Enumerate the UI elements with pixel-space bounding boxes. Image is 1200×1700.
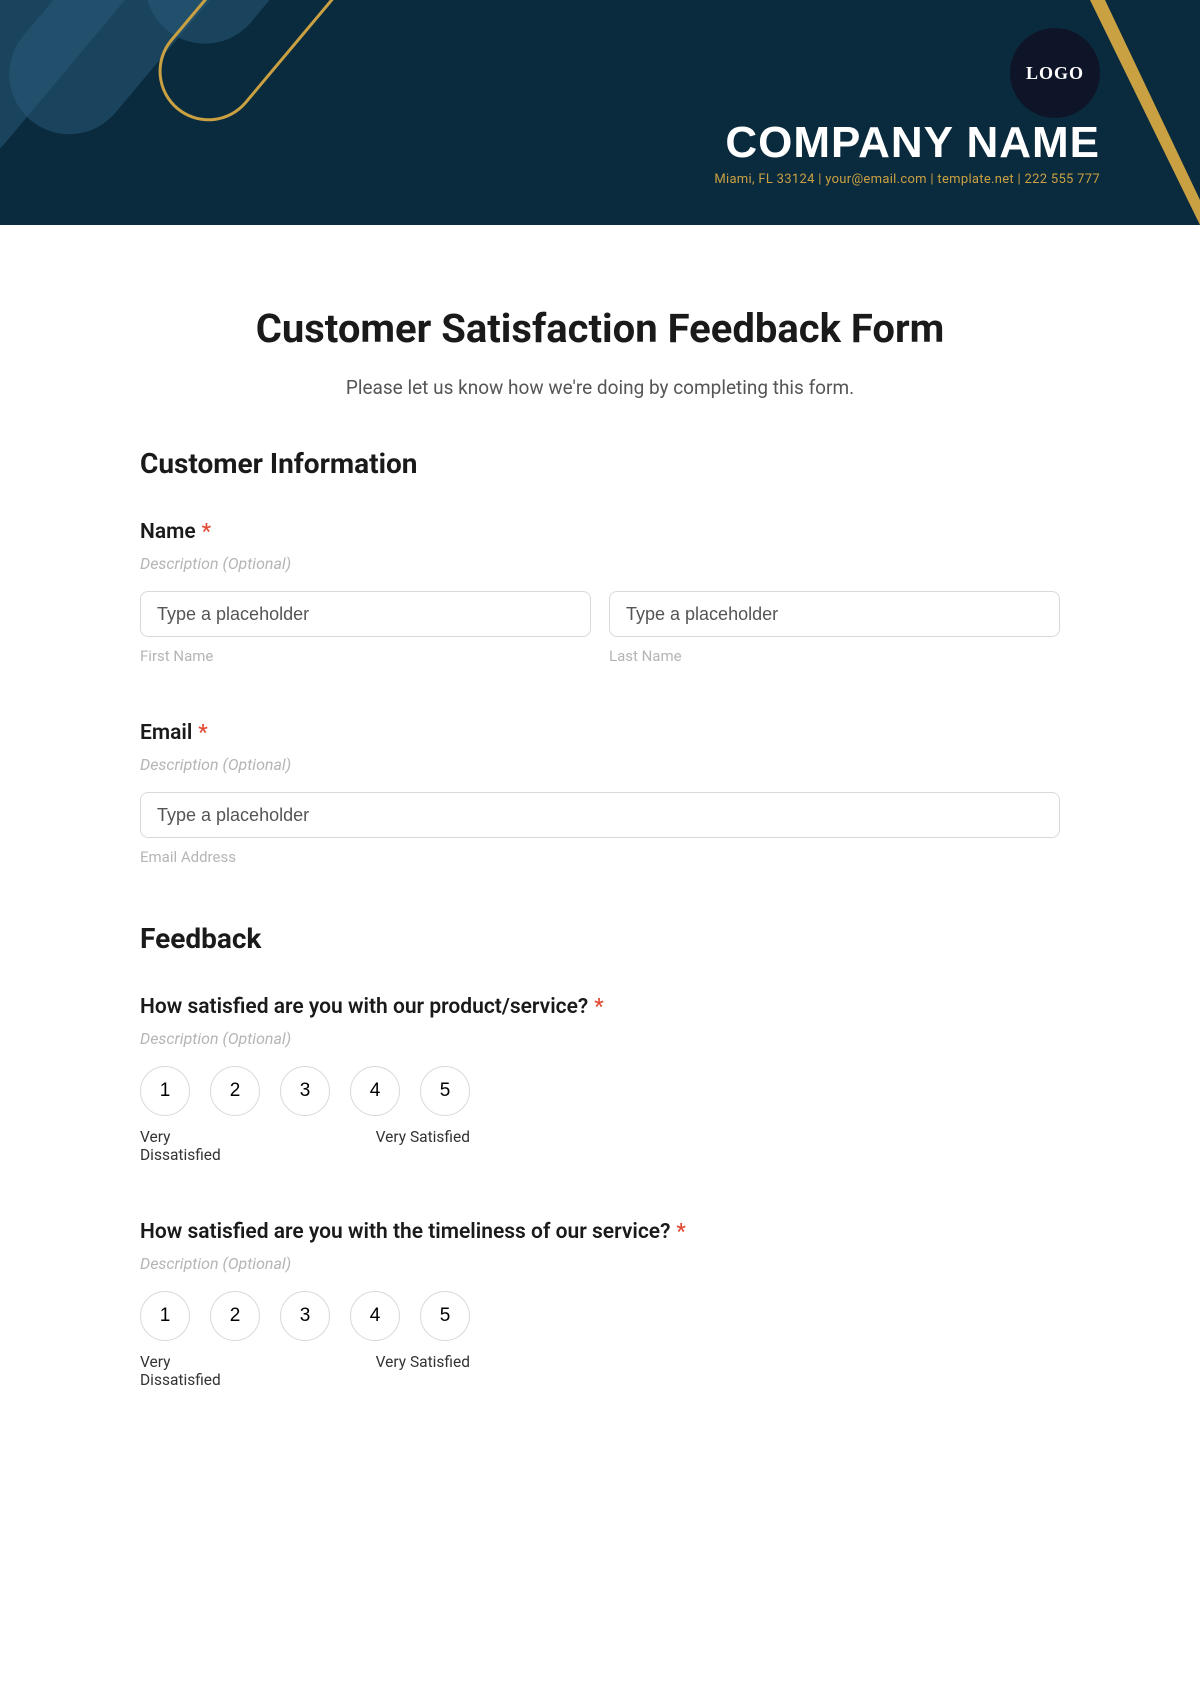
field-satisfaction-product: How satisfied are you with our product/s… (140, 995, 1060, 1164)
rating-anchor-high: Very Satisfied (376, 1353, 470, 1389)
company-name: COMPANY NAME (714, 118, 1100, 168)
required-marker: * (198, 721, 207, 745)
rating-anchor-low: Very Dissatisfied (140, 1353, 240, 1389)
field-label: How satisfied are you with the timelines… (140, 1220, 670, 1244)
rating-anchors: Very Dissatisfied Very Satisfied (140, 1353, 470, 1389)
field-email: Email * Description (Optional) Email Add… (140, 721, 1060, 866)
rating-option-1[interactable]: 1 (140, 1291, 190, 1341)
field-label: Email (140, 721, 192, 745)
rating-option-3[interactable]: 3 (280, 1066, 330, 1116)
field-label-row: Email * (140, 721, 1060, 745)
section-heading-feedback: Feedback (140, 922, 1060, 955)
page-header: LOGO COMPANY NAME Miami, FL 33124 | your… (0, 0, 1200, 225)
field-description: Description (Optional) (140, 554, 1060, 573)
rating-row: 1 2 3 4 5 (140, 1291, 1060, 1341)
logo-badge: LOGO (1010, 28, 1100, 118)
rating-option-3[interactable]: 3 (280, 1291, 330, 1341)
field-description: Description (Optional) (140, 1254, 1060, 1273)
first-name-input[interactable] (140, 591, 591, 637)
rating-option-5[interactable]: 5 (420, 1066, 470, 1116)
field-description: Description (Optional) (140, 1029, 1060, 1048)
field-description: Description (Optional) (140, 755, 1060, 774)
rating-anchors: Very Dissatisfied Very Satisfied (140, 1128, 470, 1164)
last-name-input[interactable] (609, 591, 1060, 637)
field-name: Name * Description (Optional) First Name… (140, 520, 1060, 665)
section-heading-customer-info: Customer Information (140, 447, 1060, 480)
decor-triangle-dark (1105, 0, 1200, 200)
form-subtitle: Please let us know how we're doing by co… (140, 376, 1060, 399)
field-label: How satisfied are you with our product/s… (140, 995, 588, 1019)
rating-option-4[interactable]: 4 (350, 1291, 400, 1341)
company-block: COMPANY NAME Miami, FL 33124 | your@emai… (714, 118, 1100, 187)
first-name-sublabel: First Name (140, 647, 591, 665)
company-contact: Miami, FL 33124 | your@email.com | templ… (714, 172, 1100, 187)
rating-row: 1 2 3 4 5 (140, 1066, 1060, 1116)
logo-text: LOGO (1026, 63, 1084, 84)
required-marker: * (594, 995, 603, 1019)
field-satisfaction-timeliness: How satisfied are you with the timelines… (140, 1220, 1060, 1389)
field-label-row: How satisfied are you with our product/s… (140, 995, 1060, 1019)
rating-option-1[interactable]: 1 (140, 1066, 190, 1116)
rating-option-5[interactable]: 5 (420, 1291, 470, 1341)
required-marker: * (202, 520, 211, 544)
field-label: Name (140, 520, 196, 544)
form-title: Customer Satisfaction Feedback Form (140, 305, 1060, 352)
rating-option-2[interactable]: 2 (210, 1291, 260, 1341)
rating-anchor-high: Very Satisfied (376, 1128, 470, 1164)
required-marker: * (676, 1220, 685, 1244)
email-input[interactable] (140, 792, 1060, 838)
rating-option-2[interactable]: 2 (210, 1066, 260, 1116)
form-body: Customer Satisfaction Feedback Form Plea… (0, 225, 1200, 1485)
field-label-row: How satisfied are you with the timelines… (140, 1220, 1060, 1244)
rating-anchor-low: Very Dissatisfied (140, 1128, 240, 1164)
last-name-sublabel: Last Name (609, 647, 1060, 665)
field-label-row: Name * (140, 520, 1060, 544)
rating-option-4[interactable]: 4 (350, 1066, 400, 1116)
email-sublabel: Email Address (140, 848, 1060, 866)
